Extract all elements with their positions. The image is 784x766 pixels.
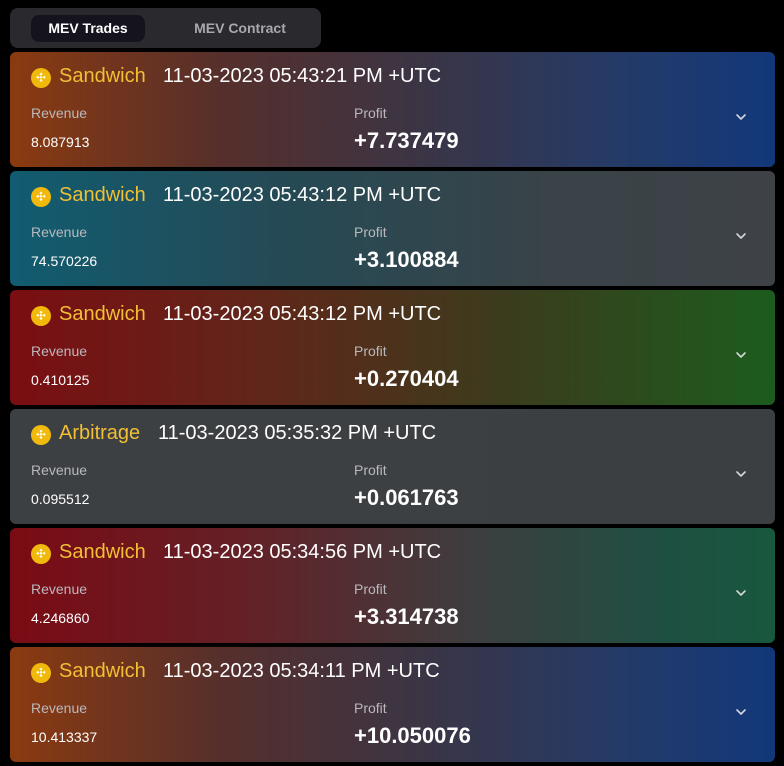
chevron-down-icon[interactable] (735, 469, 747, 479)
trade-type: Sandwich (59, 303, 146, 325)
profit-value: +0.270404 (354, 366, 459, 391)
trade-type: Arbitrage (59, 422, 141, 444)
trade-type: Sandwich (59, 184, 146, 206)
revenue-label: Revenue (31, 462, 88, 478)
tab-bar: MEV Trades MEV Contract (10, 8, 321, 48)
trade-type: Sandwich (59, 65, 146, 87)
trade-card[interactable]: Sandwich 11-03-2023 05:43:12 PM +UTC Rev… (10, 290, 775, 405)
trade-card[interactable]: Arbitrage 11-03-2023 05:35:32 PM +UTC Re… (10, 409, 775, 524)
trade-card[interactable]: Sandwich 11-03-2023 05:34:56 PM +UTC Rev… (10, 528, 775, 643)
bnb-coin-icon (31, 425, 51, 445)
trade-card[interactable]: Sandwich 11-03-2023 05:43:12 PM +UTC Rev… (10, 171, 775, 286)
bnb-coin-icon (31, 544, 51, 564)
revenue-label: Revenue (31, 581, 88, 597)
profit-label: Profit (354, 462, 387, 478)
revenue-label: Revenue (31, 343, 88, 359)
bnb-coin-icon (31, 306, 51, 326)
profit-label: Profit (354, 343, 387, 359)
profit-value: +3.100884 (354, 247, 459, 272)
profit-value: +0.061763 (354, 485, 459, 510)
trade-timestamp: 11-03-2023 05:43:21 PM +UTC (163, 65, 442, 87)
bnb-coin-icon (31, 663, 51, 683)
tab-mev-trades[interactable]: MEV Trades (31, 15, 145, 42)
profit-value: +3.314738 (354, 604, 459, 629)
trade-timestamp: 11-03-2023 05:34:56 PM +UTC (163, 541, 442, 563)
bnb-coin-icon (31, 187, 51, 207)
chevron-down-icon[interactable] (735, 588, 747, 598)
profit-value: +7.737479 (354, 128, 459, 153)
trade-timestamp: 11-03-2023 05:43:12 PM +UTC (163, 303, 442, 325)
trade-type: Sandwich (59, 541, 146, 563)
revenue-label: Revenue (31, 105, 88, 121)
trade-card[interactable]: Sandwich 11-03-2023 05:34:11 PM +UTC Rev… (10, 647, 775, 762)
profit-value: +10.050076 (354, 723, 471, 748)
trade-list: Sandwich 11-03-2023 05:43:21 PM +UTC Rev… (10, 52, 775, 766)
bnb-coin-icon (31, 68, 51, 88)
revenue-value: 0.410125 (31, 372, 90, 388)
profit-label: Profit (354, 581, 387, 597)
chevron-down-icon[interactable] (735, 350, 747, 360)
revenue-label: Revenue (31, 224, 88, 240)
profit-label: Profit (354, 700, 387, 716)
chevron-down-icon[interactable] (735, 231, 747, 241)
revenue-value: 10.413337 (31, 729, 98, 745)
trade-card[interactable]: Sandwich 11-03-2023 05:43:21 PM +UTC Rev… (10, 52, 775, 167)
profit-label: Profit (354, 224, 387, 240)
tab-mev-contract[interactable]: MEV Contract (170, 15, 310, 42)
revenue-value: 0.095512 (31, 491, 90, 507)
chevron-down-icon[interactable] (735, 707, 747, 717)
trade-type: Sandwich (59, 660, 146, 682)
revenue-value: 4.246860 (31, 610, 90, 626)
trade-timestamp: 11-03-2023 05:34:11 PM +UTC (163, 660, 440, 682)
revenue-value: 74.570226 (31, 253, 98, 269)
revenue-value: 8.087913 (31, 134, 90, 150)
trade-timestamp: 11-03-2023 05:43:12 PM +UTC (163, 184, 442, 206)
profit-label: Profit (354, 105, 387, 121)
chevron-down-icon[interactable] (735, 112, 747, 122)
trade-timestamp: 11-03-2023 05:35:32 PM +UTC (158, 422, 437, 444)
revenue-label: Revenue (31, 700, 88, 716)
